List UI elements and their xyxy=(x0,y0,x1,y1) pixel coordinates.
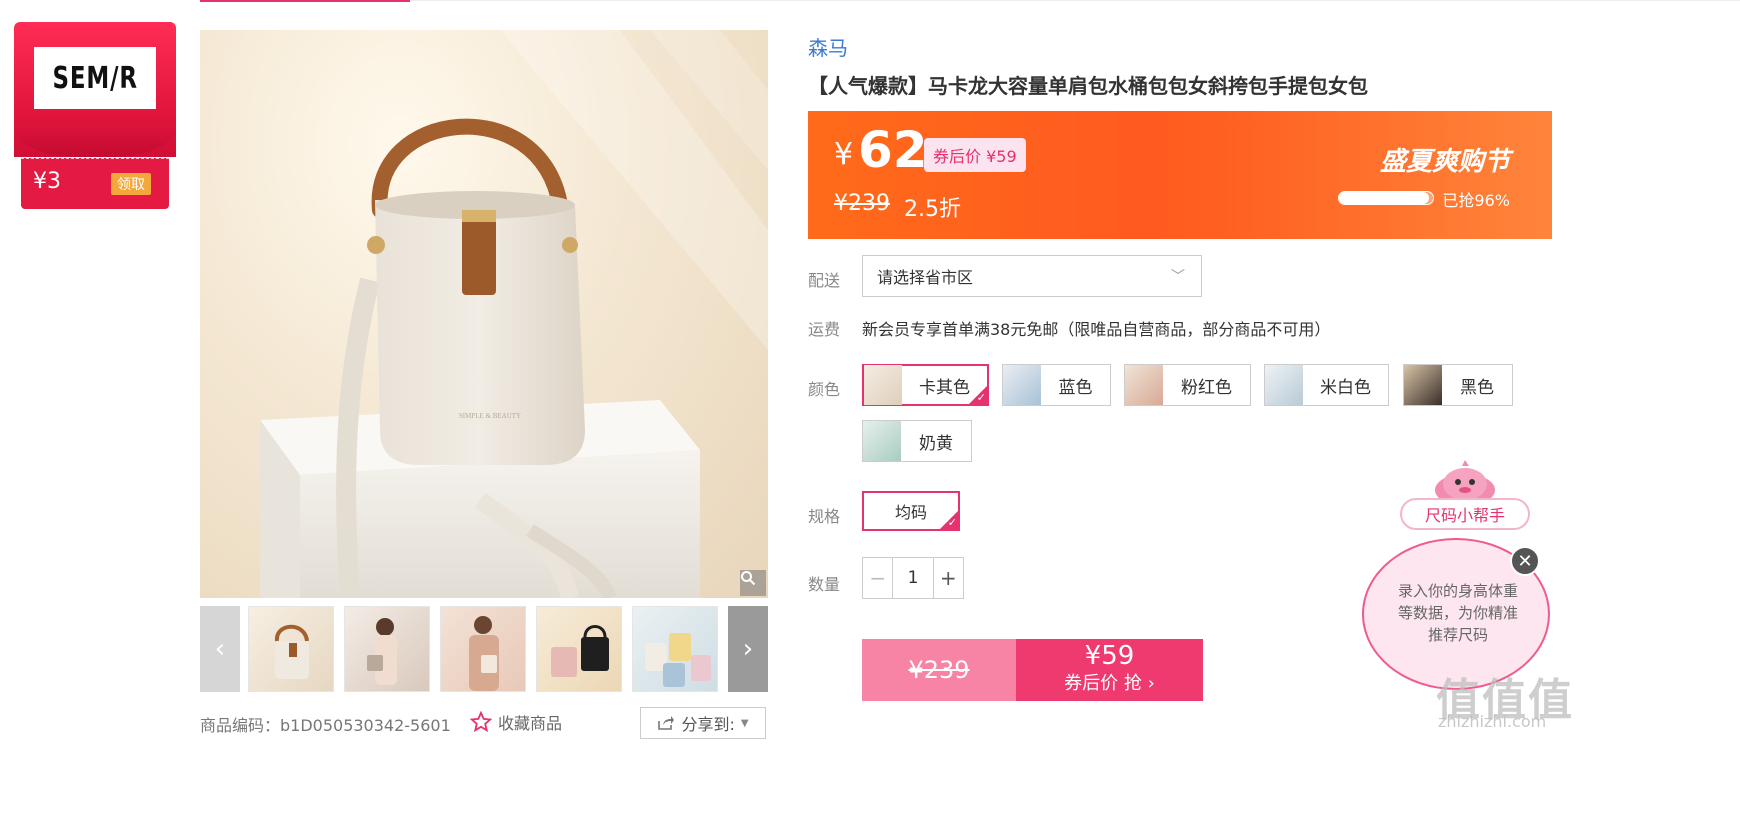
color-option-label: 粉红色 xyxy=(1181,377,1232,398)
color-option-label: 米白色 xyxy=(1320,377,1371,398)
promo-name: 盛夏爽购节 xyxy=(1379,147,1510,177)
sold-progress-text: 已抢96% xyxy=(1442,191,1510,210)
thumbnail-prev-button[interactable]: ‹ xyxy=(200,606,240,692)
check-icon: ✓ xyxy=(976,391,986,404)
brand-link[interactable]: 森马 xyxy=(808,32,848,61)
product-code: 商品编码：b1D050530342-5601 xyxy=(200,716,451,735)
freight-label: 运费 xyxy=(808,320,841,339)
size-helper-tag[interactable]: 尺码小帮手 xyxy=(1400,498,1530,530)
size-label: 规格 xyxy=(808,507,841,526)
coupon-price-tag: 券后价 ¥59 xyxy=(924,138,1026,172)
color-swatch-blue xyxy=(1003,365,1041,405)
close-icon[interactable]: ✕ xyxy=(1510,546,1540,576)
shipping-label: 配送 xyxy=(808,271,841,290)
color-option-khaki[interactable]: 卡其色 ✓ xyxy=(862,364,989,406)
color-option-label: 黑色 xyxy=(1460,377,1494,398)
sold-progress-fill xyxy=(1339,192,1430,204)
color-option-cream-yellow[interactable]: 奶黄 xyxy=(862,420,972,462)
buy-now-button[interactable]: ¥59 券后价 抢 › xyxy=(1016,639,1203,701)
favorite-label: 收藏商品 xyxy=(498,714,563,733)
claim-coupon-button[interactable]: 领取 xyxy=(111,173,151,195)
thumbnail-4[interactable] xyxy=(536,606,622,692)
sold-progress-bar xyxy=(1338,191,1434,205)
current-price: 62 xyxy=(858,121,928,179)
active-tab-indicator xyxy=(200,0,410,2)
color-swatch-black xyxy=(1404,365,1442,405)
original-price: ¥239 xyxy=(834,191,890,216)
buy-original-price[interactable]: ¥239 xyxy=(862,639,1016,701)
quantity-increase-button[interactable]: + xyxy=(932,558,963,598)
svg-text:SIMPLE & BEAUTY: SIMPLE & BEAUTY xyxy=(459,412,521,420)
price-banner: ¥ 62 券后价 ¥59 ¥239 2.5折 盛夏爽购节 已抢96% xyxy=(808,111,1552,239)
size-helper-text: 录入你的身高体重等数据，为你精准推荐尺码 xyxy=(1397,582,1518,644)
thumbnail-2[interactable] xyxy=(344,606,430,692)
check-icon: ✓ xyxy=(947,516,957,529)
brand-coupon-card[interactable]: SEM/R ¥3 领取 xyxy=(14,22,176,209)
quantity-input[interactable]: 1 xyxy=(893,558,932,598)
color-option-pink[interactable]: 粉红色 xyxy=(1124,364,1251,406)
chevron-right-icon: › xyxy=(742,634,754,664)
quantity-decrease-button[interactable]: − xyxy=(863,558,894,598)
color-option-black[interactable]: 黑色 xyxy=(1403,364,1513,406)
brand-logo-text: SEM/R xyxy=(52,60,138,96)
color-swatch-cream-yellow xyxy=(863,421,901,461)
size-option-one-size[interactable]: 均码 ✓ xyxy=(862,491,960,531)
discount-rate: 2.5折 xyxy=(904,197,961,222)
thumbnail-strip: ‹ › xyxy=(200,606,768,692)
color-option-off-white[interactable]: 米白色 xyxy=(1264,364,1389,406)
thumbnail-3[interactable] xyxy=(440,606,526,692)
zoom-icon[interactable] xyxy=(740,570,766,596)
color-option-label: 蓝色 xyxy=(1058,377,1093,398)
color-option-blue[interactable]: 蓝色 xyxy=(1002,364,1111,406)
watermark-url: zhizhizhi.com xyxy=(1438,712,1547,731)
quantity-stepper: − 1 + xyxy=(862,557,964,599)
color-swatch-khaki xyxy=(864,365,902,405)
price-currency: ¥ xyxy=(834,137,854,172)
caret-down-icon: ▼ xyxy=(740,717,749,729)
share-label: 分享到: xyxy=(681,715,735,734)
thumbnail-1[interactable] xyxy=(248,606,334,692)
quantity-label: 数量 xyxy=(808,575,841,594)
chevron-down-icon: ﹀ xyxy=(1171,269,1185,285)
share-icon xyxy=(658,716,675,730)
shipping-region-select[interactable]: 请选择省市区 ﹀ xyxy=(862,255,1202,297)
thumbnail-5[interactable] xyxy=(632,606,718,692)
color-option-label: 奶黄 xyxy=(919,433,953,454)
favorite-button[interactable]: 收藏商品 xyxy=(470,710,562,734)
bucket-bag-illustration: SIMPLE & BEAUTY xyxy=(260,30,768,598)
product-title: 【人气爆款】马卡龙大容量单肩包水桶包包女斜挎包手提包女包 xyxy=(808,74,1368,98)
color-swatch-pink xyxy=(1125,365,1163,405)
star-icon xyxy=(470,711,492,733)
share-dropdown[interactable]: 分享到: ▼ xyxy=(640,707,766,739)
color-swatch-off-white xyxy=(1265,365,1303,405)
brand-coupon[interactable]: ¥3 领取 xyxy=(21,158,169,209)
thumbnail-next-button[interactable]: › xyxy=(728,606,768,692)
color-label: 颜色 xyxy=(808,380,841,399)
chevron-left-icon: ‹ xyxy=(214,634,226,664)
brand-logo: SEM/R xyxy=(34,47,156,109)
top-divider xyxy=(410,0,1740,1)
buy-price: ¥59 xyxy=(1084,641,1135,671)
size-option-label: 均码 xyxy=(894,503,927,522)
buy-label: 券后价 抢 › xyxy=(1064,673,1155,694)
brand-card-header: SEM/R xyxy=(14,22,176,157)
shipping-select-value: 请选择省市区 xyxy=(877,268,974,287)
freight-info: 新会员专享首单满38元免邮（限唯品自营商品，部分商品不可用） xyxy=(862,320,1331,339)
main-product-image[interactable]: SIMPLE & BEAUTY xyxy=(200,30,768,598)
coupon-amount: ¥3 xyxy=(33,169,61,194)
